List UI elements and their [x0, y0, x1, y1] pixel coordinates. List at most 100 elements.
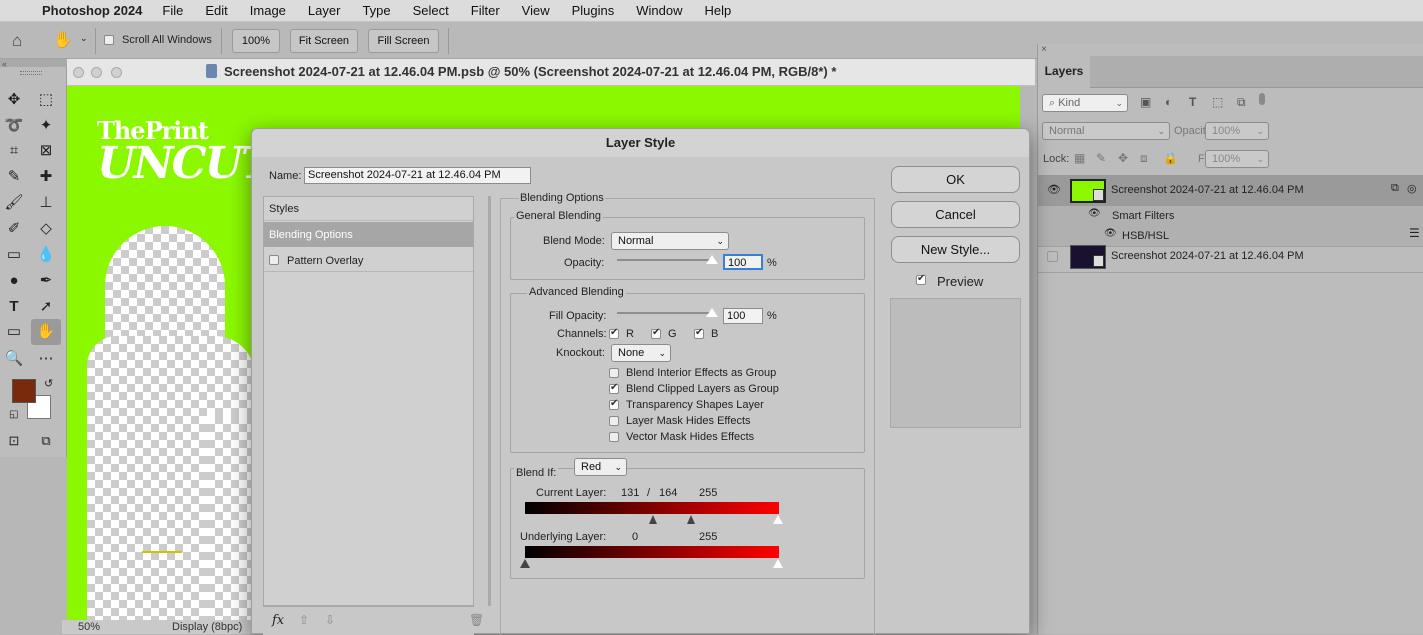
scrollbar[interactable]	[488, 196, 491, 606]
current-layer-thumb-low[interactable]	[649, 515, 657, 524]
move-tool-icon[interactable]: ✥	[3, 89, 25, 111]
menu-layer[interactable]: Layer	[308, 3, 341, 18]
fill-opacity-input[interactable]: 100	[723, 308, 763, 324]
brush-tool-icon[interactable]: 🖌	[3, 192, 25, 214]
fx-icon[interactable]: fx	[272, 613, 284, 628]
path-selection-tool-icon[interactable]: ➚	[35, 296, 57, 318]
menu-plugins[interactable]: Plugins	[572, 3, 615, 18]
blur-tool-icon[interactable]: 💧	[35, 244, 57, 266]
menu-select[interactable]: Select	[413, 3, 449, 18]
lock-transparent-icon[interactable]: ▦	[1074, 151, 1085, 165]
foreground-color-swatch[interactable]	[12, 379, 36, 403]
screen-mode-icon[interactable]: ⧉	[35, 430, 57, 452]
eye-visibility-icon[interactable]: 👁	[1047, 183, 1061, 196]
menu-help[interactable]: Help	[705, 3, 732, 18]
new-style-button[interactable]: New Style...	[891, 236, 1020, 263]
pen-tool-icon[interactable]: ✒	[35, 270, 57, 292]
home-icon[interactable]: ⌂	[12, 31, 22, 51]
menu-view[interactable]: View	[522, 3, 550, 18]
dodge-tool-icon[interactable]: ●	[3, 270, 25, 292]
filter-toggle[interactable]	[1259, 93, 1265, 105]
chevron-down-icon[interactable]: ⌄	[80, 33, 88, 44]
shape-filter-icon[interactable]: ⬚	[1212, 95, 1223, 109]
fill-opacity-slider[interactable]	[617, 312, 712, 314]
visibility-toggle-off[interactable]	[1047, 251, 1058, 262]
fit-screen-button[interactable]: Fit Screen	[290, 29, 358, 53]
toolbar-grip[interactable]	[0, 59, 67, 67]
pattern-overlay-checkbox[interactable]	[269, 255, 279, 265]
filter-options-icon[interactable]: ☰	[1409, 226, 1420, 240]
quick-mask-icon[interactable]: ⊡	[3, 430, 25, 452]
app-name-menu[interactable]: Photoshop 2024	[42, 3, 142, 18]
underlying-layer-thumb-high[interactable]	[773, 559, 783, 568]
cancel-button[interactable]: Cancel	[891, 201, 1020, 228]
zoom-100-button[interactable]: 100%	[232, 29, 280, 53]
swap-colors-icon[interactable]: ↺	[44, 377, 53, 390]
preview-checkbox[interactable]	[916, 273, 926, 285]
vector-mask-hides-effects-checkbox[interactable]	[609, 432, 619, 442]
blend-mode-select[interactable]: Normal ⌄	[611, 232, 729, 250]
close-panel-icon[interactable]: ×	[1041, 44, 1047, 55]
eraser-tool-icon[interactable]: ◇	[35, 218, 57, 240]
opacity-slider-thumb[interactable]	[706, 255, 718, 264]
channel-g-checkbox[interactable]	[651, 327, 661, 339]
hand-tool-icon[interactable]: ✋	[53, 30, 73, 50]
kind-filter-select[interactable]: ⌕ Kind ⌄	[1042, 94, 1128, 112]
menu-image[interactable]: Image	[250, 3, 286, 18]
zoom-level[interactable]: 50%	[78, 621, 100, 633]
hand-tool-active-icon[interactable]: ✋	[31, 319, 61, 345]
marquee-tool-icon[interactable]: ⬚	[35, 89, 57, 111]
menu-window[interactable]: Window	[636, 3, 682, 18]
clone-stamp-tool-icon[interactable]: ⊥	[35, 192, 57, 214]
minimize-window-icon[interactable]	[91, 67, 102, 78]
crop-tool-icon[interactable]: ⌗	[3, 140, 25, 162]
opacity-input[interactable]: 100	[723, 254, 763, 270]
layer-name-input[interactable]: Screenshot 2024-07-21 at 12.46.04 PM	[304, 167, 531, 184]
fill-select[interactable]: 100% ⌄	[1205, 150, 1269, 168]
eye-visibility-icon[interactable]: 👁	[1088, 208, 1101, 219]
default-colors-icon[interactable]: ◱	[9, 409, 18, 420]
rectangle-tool-icon[interactable]: ▭	[3, 321, 25, 343]
knockout-select[interactable]: None ⌄	[611, 344, 671, 362]
layer-name[interactable]: Screenshot 2024-07-21 at 12.46.04 PM	[1111, 184, 1304, 196]
collapse-icon[interactable]: «	[2, 59, 7, 69]
menu-file[interactable]: File	[162, 3, 183, 18]
zoom-tool-icon[interactable]: 🔍	[3, 348, 25, 370]
opacity-slider[interactable]	[617, 259, 712, 261]
current-layer-thumb-mid[interactable]	[687, 515, 695, 524]
ok-button[interactable]: OK	[891, 166, 1020, 193]
transparency-shapes-checkbox[interactable]	[609, 398, 619, 410]
channel-r-checkbox[interactable]	[609, 327, 619, 339]
move-down-icon[interactable]: ⇩	[325, 613, 335, 627]
frame-tool-icon[interactable]: ⊠	[35, 140, 57, 162]
close-window-icon[interactable]	[73, 67, 84, 78]
menu-filter[interactable]: Filter	[471, 3, 500, 18]
smart-object-filter-icon[interactable]: ⧉	[1237, 95, 1246, 110]
gradient-tool-icon[interactable]: ▭	[3, 244, 25, 266]
more-tools-icon[interactable]: ⋯	[35, 348, 57, 370]
lock-pixels-icon[interactable]: ✎	[1096, 151, 1106, 165]
type-filter-icon[interactable]: T	[1189, 95, 1196, 109]
lock-artboard-icon[interactable]: ⧈	[1140, 151, 1148, 166]
hsb-filter-row[interactable]	[1038, 226, 1423, 246]
eyedropper-tool-icon[interactable]: ✎	[3, 166, 25, 188]
underlying-layer-thumb-low[interactable]	[520, 559, 530, 568]
fill-screen-button[interactable]: Fill Screen	[368, 29, 439, 53]
layer-mask-hides-effects-checkbox[interactable]	[609, 416, 619, 426]
lasso-tool-icon[interactable]: ➰	[3, 115, 25, 137]
current-layer-thumb-high[interactable]	[773, 515, 783, 524]
styles-item[interactable]: Styles	[269, 203, 299, 215]
eye-visibility-icon[interactable]: 👁	[1104, 228, 1117, 239]
fill-opacity-slider-thumb[interactable]	[706, 308, 718, 317]
trash-icon[interactable]: 🗑	[469, 613, 484, 627]
move-up-icon[interactable]: ⇧	[299, 613, 309, 627]
blend-if-channel-select[interactable]: Red ⌄	[574, 458, 627, 476]
blend-clipped-layers-checkbox[interactable]	[609, 382, 619, 394]
lock-all-icon[interactable]: 🔒	[1163, 151, 1178, 165]
adjustment-filter-icon[interactable]: ◐	[1165, 95, 1172, 109]
tab-layers[interactable]: Layers	[1038, 56, 1090, 88]
scroll-all-windows-checkbox[interactable]	[104, 35, 114, 45]
opacity-select[interactable]: 100% ⌄	[1205, 122, 1269, 140]
blend-mode-select[interactable]: Normal ⌄	[1042, 122, 1170, 140]
menu-type[interactable]: Type	[362, 3, 390, 18]
